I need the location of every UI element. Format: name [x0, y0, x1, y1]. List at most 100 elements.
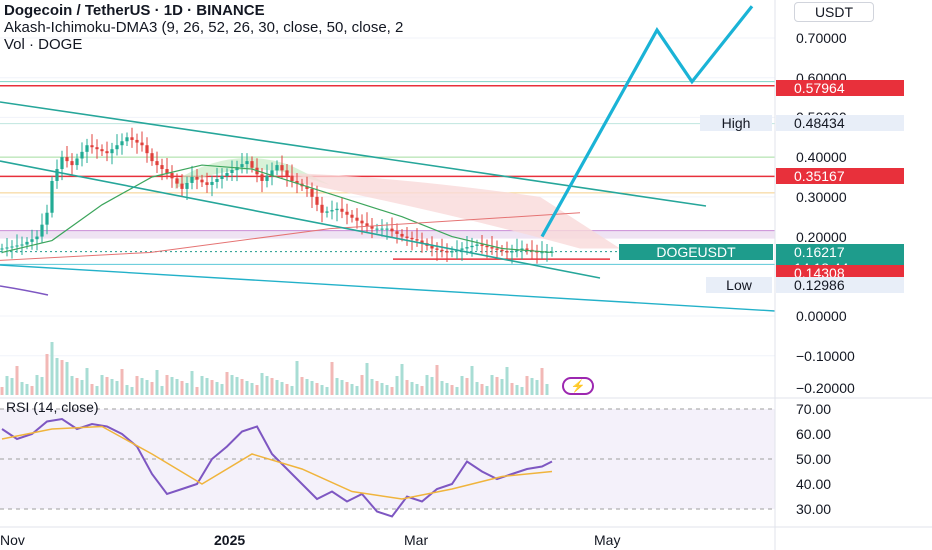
- volume-bar: [250, 383, 254, 395]
- volume-bar: [490, 375, 494, 395]
- candle-body: [155, 161, 159, 166]
- volume-bar: [140, 378, 144, 395]
- volume-bar: [470, 366, 474, 395]
- volume-bar: [45, 354, 49, 395]
- candle-body: [375, 228, 379, 230]
- candle-body: [240, 164, 244, 168]
- candle-body: [120, 141, 124, 146]
- candle-body: [225, 173, 229, 177]
- volume-bar: [70, 376, 74, 395]
- volume-bar: [25, 384, 29, 395]
- volume-bar: [460, 376, 464, 395]
- volume-bar: [365, 363, 369, 395]
- candle-body: [525, 248, 529, 250]
- volume-bar: [535, 380, 539, 395]
- low-price-tag: 0.12986: [776, 277, 904, 293]
- volume-bar: [285, 384, 289, 395]
- rsi-title[interactable]: RSI (14, close): [6, 399, 99, 415]
- candle-body: [195, 177, 199, 180]
- volume-bar: [145, 380, 149, 395]
- candle-body: [175, 178, 179, 184]
- volume-bar: [20, 382, 24, 395]
- volume-bar: [75, 378, 79, 395]
- price-axis-label: 0.00000: [796, 308, 847, 324]
- rsi-axis-label: 40.00: [796, 476, 832, 492]
- volume-bar: [295, 361, 299, 395]
- candle-body: [90, 145, 94, 148]
- candle-body: [50, 180, 54, 213]
- candle-body: [170, 173, 174, 179]
- price-axis-label: 0.20000: [796, 228, 847, 245]
- candle-body: [145, 145, 149, 154]
- indicator-legend[interactable]: Akash-Ichimoku-DMA3 (9, 26, 52, 26, 30, …: [4, 19, 403, 36]
- price-axis-label: −0.10000: [796, 347, 855, 364]
- candle-body: [180, 183, 184, 189]
- volume-bar: [80, 380, 84, 395]
- candle-body: [345, 211, 349, 215]
- lightning-icon[interactable]: ⚡: [562, 377, 594, 395]
- volume-bar: [110, 379, 114, 395]
- candle-body: [505, 251, 509, 253]
- volume-bar: [370, 379, 374, 395]
- candle-body: [15, 245, 19, 247]
- volume-bar: [440, 381, 444, 395]
- candle-body: [475, 244, 479, 246]
- candle-body: [75, 158, 79, 166]
- candle-body: [5, 247, 9, 249]
- volume-bar: [0, 387, 4, 395]
- volume-bar: [385, 385, 389, 395]
- volume-legend[interactable]: Vol · DOGE: [4, 36, 403, 53]
- volume-bar: [175, 379, 179, 395]
- candle-body: [35, 236, 39, 240]
- volume-bar: [505, 367, 509, 395]
- volume-bar: [85, 368, 89, 395]
- time-axis-label: May: [594, 532, 621, 548]
- volume-bar: [255, 385, 259, 395]
- time-axis-label: 2025: [214, 532, 246, 548]
- candle-body: [60, 157, 64, 170]
- volume-bar: [330, 362, 334, 395]
- volume-bar: [290, 386, 294, 395]
- volume-bar: [65, 362, 69, 395]
- volume-bar: [345, 382, 349, 395]
- volume-bar: [360, 375, 364, 395]
- volume-bar: [485, 386, 489, 395]
- candle-body: [410, 237, 414, 240]
- candle-body: [355, 217, 359, 221]
- resistance-2-price-tag: 0.35167: [776, 168, 904, 184]
- candle-body: [315, 196, 319, 205]
- candle-body: [160, 165, 164, 170]
- candle-body: [440, 249, 444, 252]
- candle-body: [25, 241, 29, 245]
- price-axis-label: 0.30000: [796, 188, 847, 205]
- candle-body: [105, 151, 109, 154]
- currency-button[interactable]: USDT: [794, 2, 874, 22]
- candle-body: [450, 251, 454, 253]
- high-label: High: [700, 115, 772, 131]
- candle-body: [470, 245, 474, 248]
- volume-bar: [410, 382, 414, 395]
- volume-bar: [380, 383, 384, 395]
- volume-bar: [130, 387, 134, 395]
- candle-body: [490, 247, 494, 249]
- volume-bar: [450, 385, 454, 395]
- volume-bar: [215, 382, 219, 395]
- candle-body: [130, 137, 134, 140]
- volume-bar: [435, 365, 439, 395]
- candle-body: [460, 248, 464, 250]
- candle-body: [280, 165, 284, 171]
- candle-body: [400, 233, 404, 237]
- price-axis-label: 0.40000: [796, 149, 847, 166]
- candle-body: [110, 149, 114, 154]
- candle-body: [495, 248, 499, 250]
- candle-body: [135, 139, 139, 143]
- rsi-axis-label: 30.00: [796, 501, 832, 517]
- rsi-axis-label: 70.00: [796, 401, 832, 417]
- volume-bar: [195, 387, 199, 395]
- candle-body: [480, 244, 484, 246]
- candle-body: [150, 153, 154, 162]
- candle-body: [395, 231, 399, 234]
- candle-body: [20, 244, 24, 246]
- candle-body: [85, 145, 89, 152]
- volume-bar: [120, 369, 124, 395]
